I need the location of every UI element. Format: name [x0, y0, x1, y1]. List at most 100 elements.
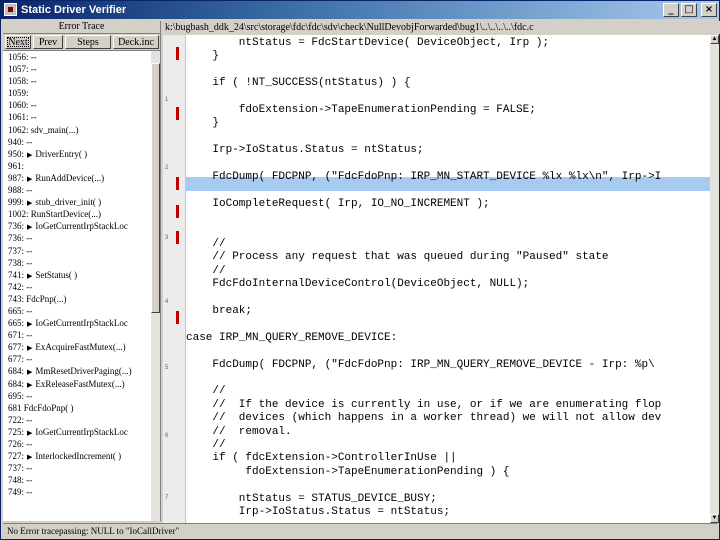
gutter-label: 3: [165, 235, 169, 241]
code-line: //: [186, 439, 226, 451]
trace-row[interactable]: 695: --: [3, 390, 151, 402]
trace-row-text: 726: --: [8, 439, 33, 449]
trace-row[interactable]: 1061: --: [3, 111, 151, 123]
trace-row-label: InterlockedIncrement( ): [35, 451, 122, 462]
code-line: // devices (which happens in a worker th…: [186, 412, 662, 425]
gutter-label: 2: [165, 165, 169, 171]
trace-row[interactable]: 736: ▶ IoGetCurrentIrpStackLoc: [3, 220, 151, 232]
gutter-label: 7: [165, 495, 169, 501]
trace-list[interactable]: 1056: -- 1057: -- 1058: -- 1059: 1060: -- 106…: [3, 51, 151, 521]
code-line: FdcDump( FDCPNP, ("FdcFdoPnp: IRP_MN_QUE…: [186, 358, 655, 371]
steps-button[interactable]: Steps: [65, 35, 111, 49]
scroll-down-arrow[interactable]: ▼: [710, 514, 719, 523]
trace-row[interactable]: 722: --: [3, 414, 151, 426]
close-button[interactable]: ×: [701, 3, 717, 17]
code-line: // If the device is currently in use, or…: [186, 398, 662, 411]
trace-marker: [176, 311, 179, 324]
trace-row-text: 1059:: [8, 88, 29, 99]
expand-arrow-icon[interactable]: ▶: [24, 429, 35, 437]
trace-row[interactable]: 940: --: [3, 136, 151, 148]
expand-arrow-icon[interactable]: ▶: [24, 151, 35, 159]
trace-row[interactable]: 681 FdcFdoPnp( ): [3, 402, 151, 414]
trace-nav-toolbar: Next Prev Steps Deck.inc: [3, 34, 160, 51]
code-line: ntStatus = FdcStartDevice( DeviceObject,…: [186, 37, 550, 49]
trace-row-text: 1056: --: [8, 52, 37, 62]
trace-marker: [176, 47, 179, 60]
prev-button[interactable]: Prev: [33, 35, 63, 49]
expand-arrow-icon[interactable]: ▶: [24, 320, 35, 328]
expand-arrow-icon[interactable]: ▶: [24, 175, 35, 183]
expand-arrow-icon[interactable]: ▶: [24, 199, 35, 207]
trace-row[interactable]: 743: FdcPnp(...): [3, 293, 151, 305]
trace-row[interactable]: 961:: [3, 160, 151, 172]
trace-row[interactable]: 726: --: [3, 438, 151, 450]
trace-row[interactable]: 749: --: [3, 486, 151, 498]
trace-row-text: 741:: [8, 269, 25, 280]
trace-marker: [176, 205, 179, 218]
trace-row-text: 677:: [8, 342, 25, 353]
maximize-button[interactable]: □: [681, 3, 697, 17]
trace-row[interactable]: 665: ▶ IoGetCurrentIrpStackLoc: [3, 317, 151, 329]
trace-row-label: IoGetCurrentIrpStackLoc: [35, 221, 128, 232]
expand-arrow-icon[interactable]: ▶: [24, 381, 35, 389]
expand-arrow-icon[interactable]: ▶: [24, 272, 35, 280]
code-line: FdcFdoInternalDeviceControl(DeviceObject…: [186, 278, 530, 291]
expand-arrow-icon[interactable]: ▶: [24, 223, 35, 231]
trace-row[interactable]: 738: --: [3, 257, 151, 269]
code-line: fdoExtension->TapeEnumerationPending = F…: [186, 104, 536, 116]
trace-row[interactable]: 988: --: [3, 184, 151, 196]
trace-scroll-thumb[interactable]: [151, 63, 160, 313]
trace-row[interactable]: 677: --: [3, 353, 151, 365]
trace-row[interactable]: 1056: --: [3, 51, 151, 63]
editor-scrollbar[interactable]: ▲ ▼: [710, 35, 719, 523]
code-line: Irp->IoStatus.Status = ntStatus;: [186, 506, 451, 518]
trace-row[interactable]: 737: --: [3, 245, 151, 257]
trace-row[interactable]: 737: --: [3, 462, 151, 474]
trace-row[interactable]: 1057: --: [3, 63, 151, 75]
next-button[interactable]: Next: [5, 35, 31, 49]
trace-row-text: 736:: [8, 221, 25, 232]
minimize-button[interactable]: _: [663, 3, 679, 17]
expand-arrow-icon[interactable]: ▶: [24, 344, 35, 352]
gutter-label: 5: [165, 365, 169, 371]
code-line: if ( fdcExtension->ControllerInUse ||: [186, 452, 457, 465]
expand-arrow-icon[interactable]: ▶: [24, 368, 35, 376]
trace-row-label: SetStatus( ): [35, 269, 78, 280]
window-title: Static Driver Verifier: [21, 4, 127, 16]
trace-row[interactable]: 727: ▶ InterlockedIncrement( ): [3, 450, 151, 462]
trace-row-label: ExAcquireFastMutex(...): [35, 342, 126, 353]
trace-row[interactable]: 684: ▶ MmResetDriverPaging(...): [3, 365, 151, 377]
gutter-label: 1: [165, 97, 169, 103]
deck-button[interactable]: Deck.inc: [113, 35, 159, 49]
trace-row[interactable]: 725: ▶ IoGetCurrentIrpStackLoc: [3, 426, 151, 438]
code-editor[interactable]: ntStatus = FdcStartDevice( DeviceObject,…: [186, 35, 710, 523]
code-line: Irp->IoStatus.Status = ntStatus;: [186, 144, 424, 157]
trace-row[interactable]: 1058: --: [3, 75, 151, 87]
trace-row[interactable]: 736: --: [3, 232, 151, 244]
trace-row[interactable]: 665: --: [3, 305, 151, 317]
trace-row[interactable]: 677: ▶ ExAcquireFastMutex(...): [3, 341, 151, 353]
trace-row[interactable]: 987: ▶ RunAddDevice(...): [3, 172, 151, 184]
trace-row-text: 999:: [8, 197, 25, 208]
expand-arrow-icon[interactable]: ▶: [24, 453, 35, 461]
trace-row[interactable]: 741: ▶ SetStatus( ): [3, 269, 151, 281]
trace-row[interactable]: 1059:: [3, 87, 151, 99]
trace-row[interactable]: 748: --: [3, 474, 151, 486]
trace-row-text: 940: --: [8, 136, 33, 147]
code-line: //: [186, 264, 226, 277]
trace-row[interactable]: 1060: --: [3, 99, 151, 111]
code-line: }: [186, 117, 220, 130]
trace-row[interactable]: 1002: RunStartDevice(...): [3, 208, 151, 220]
title-bar[interactable]: Static Driver Verifier _ □ ×: [1, 1, 719, 19]
trace-row-text: 1057: --: [8, 64, 37, 75]
scroll-up-arrow[interactable]: ▲: [710, 35, 719, 44]
trace-row-label: MmResetDriverPaging(...): [35, 366, 132, 377]
trace-row[interactable]: 684: ▶ ExReleaseFastMutex(...): [3, 378, 151, 390]
trace-row[interactable]: 950: ▶ DriverEntry( ): [3, 148, 151, 160]
trace-scrollbar[interactable]: [151, 51, 160, 521]
trace-row[interactable]: 671: --: [3, 329, 151, 341]
trace-row[interactable]: 999: ▶ stub_driver_init( ): [3, 196, 151, 208]
trace-row[interactable]: 742: --: [3, 281, 151, 293]
trace-row-text: 1062: sdv_main(...): [8, 124, 79, 135]
trace-row[interactable]: 1062: sdv_main(...): [3, 124, 151, 136]
